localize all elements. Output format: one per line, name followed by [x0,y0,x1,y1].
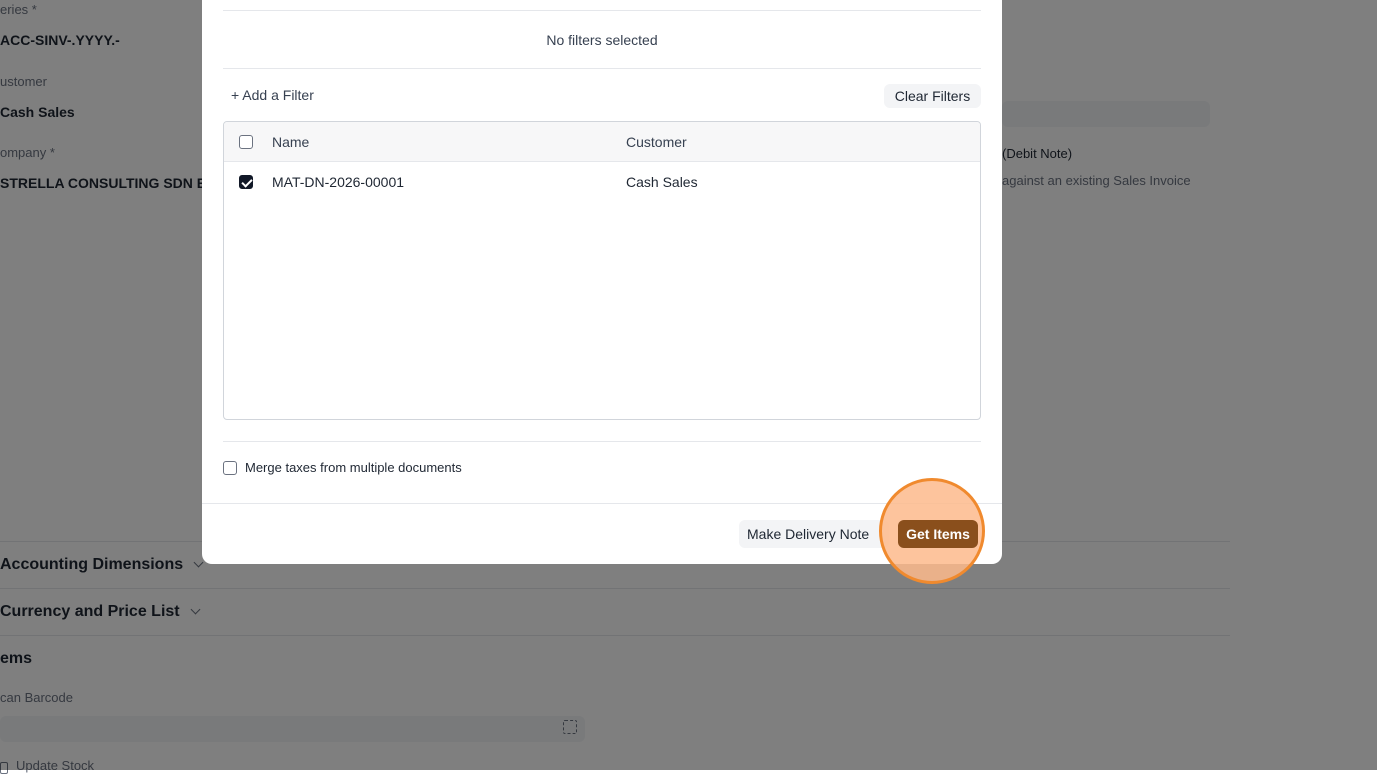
make-delivery-note-button[interactable]: Make Delivery Note [739,520,889,548]
row-checkbox[interactable] [239,175,253,189]
merge-taxes-label: Merge taxes from multiple documents [245,460,462,475]
divider [223,441,981,442]
column-header-customer[interactable]: Customer [626,134,687,150]
footer-divider [202,503,1002,504]
divider [223,68,981,69]
row-name[interactable]: MAT-DN-2026-00001 [272,174,404,190]
table-row[interactable]: MAT-DN-2026-00001 Cash Sales [224,162,980,202]
no-filters-text: No filters selected [546,32,658,48]
clear-filters-button[interactable]: Clear Filters [884,84,981,108]
table-header: Name Customer [224,122,980,162]
get-items-button[interactable]: Get Items [898,520,978,548]
add-filter-button[interactable]: + Add a Filter [231,87,314,103]
row-customer: Cash Sales [626,174,698,190]
column-header-name[interactable]: Name [272,134,309,150]
divider [223,10,981,11]
get-items-dialog: No filters selected + Add a Filter Clear… [202,0,1002,584]
merge-taxes-checkbox[interactable] [223,461,237,475]
select-all-checkbox[interactable] [239,135,253,149]
results-table: Name Customer MAT-DN-2026-00001 Cash Sal… [223,121,981,420]
